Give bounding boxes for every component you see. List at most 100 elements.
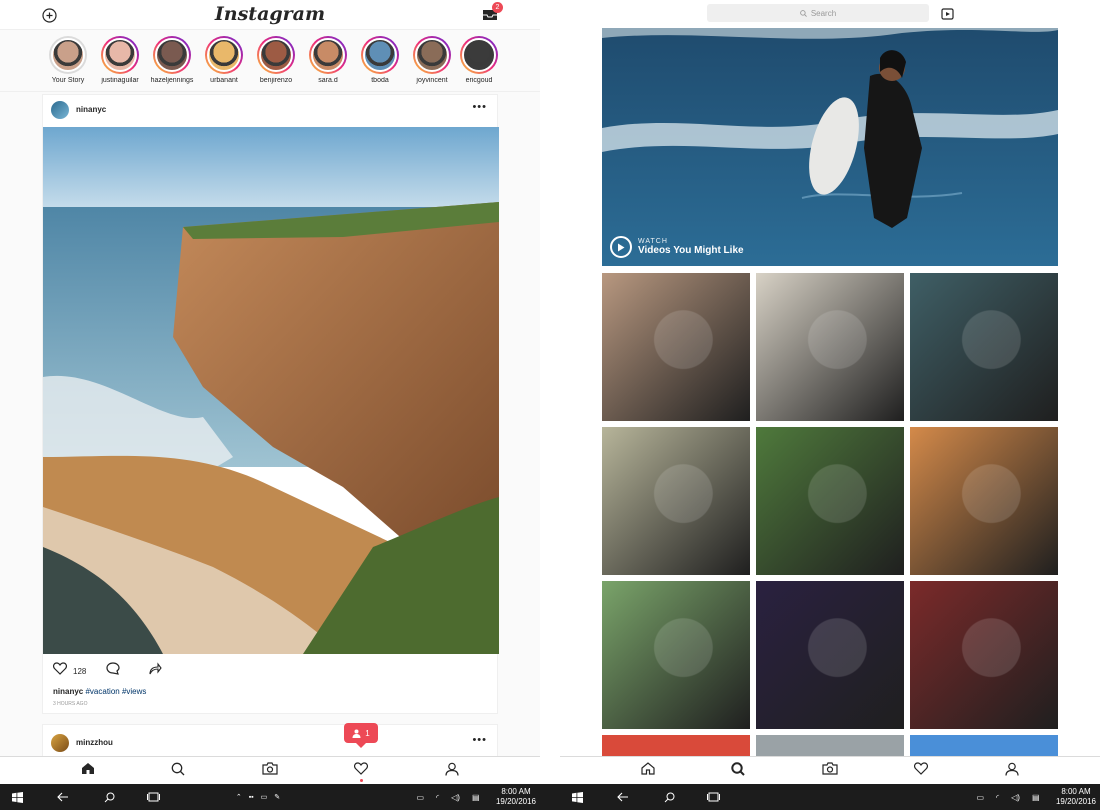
clock-time: 8:00 AM: [501, 787, 531, 796]
inbox-icon[interactable]: 2: [482, 2, 503, 21]
more-options-icon[interactable]: •••: [472, 101, 487, 113]
explore-tile[interactable]: [910, 735, 1058, 756]
battery-icon[interactable]: ▭: [416, 793, 424, 802]
task-view-icon[interactable]: [144, 784, 162, 810]
video-label: WATCH: [638, 238, 668, 245]
video-feature[interactable]: WATCH Videos You Might Like: [602, 28, 1058, 266]
story-name: urbanant: [210, 77, 238, 84]
explore-tile-flowers[interactable]: [910, 581, 1058, 729]
profile-icon: [1005, 762, 1019, 781]
person-icon: [352, 729, 361, 738]
wifi-icon[interactable]: ◜: [436, 793, 439, 802]
search-placeholder: Search: [810, 8, 837, 18]
story-name: tboda: [371, 77, 389, 84]
system-tray: ⌃ ▪▪ ▭ ✎: [228, 784, 288, 810]
explore-pane: Search WATCH Videos You Might Like: [560, 0, 1100, 784]
app-logo: Instagram: [214, 3, 326, 25]
story-item[interactable]: joyvincent: [406, 36, 458, 84]
explore-header: Search: [560, 0, 1100, 28]
more-options-icon[interactable]: •••: [472, 734, 487, 746]
story-item[interactable]: hazeljennings: [146, 36, 198, 84]
clock-date: 19/20/2016: [1055, 797, 1097, 806]
tab-home[interactable]: [618, 757, 678, 784]
caption-tags[interactable]: #vacation #views: [85, 687, 146, 696]
activity-notification[interactable]: 1: [344, 723, 378, 748]
screen: Instagram 2 Your Story justinaguilar haz…: [0, 0, 1100, 810]
avatar[interactable]: [51, 101, 69, 119]
volume-icon[interactable]: ◁): [1011, 793, 1020, 802]
explore-tile-road-helmet[interactable]: [602, 427, 750, 575]
post-username[interactable]: ninanyc: [76, 105, 106, 114]
explore-tile-beach-path[interactable]: [602, 581, 750, 729]
tab-profile[interactable]: [982, 757, 1042, 784]
avatar: [311, 38, 345, 72]
tab-home[interactable]: [58, 757, 118, 784]
story-item[interactable]: ericgoud: [458, 36, 500, 84]
explore-tile-sketchbook[interactable]: [756, 273, 904, 421]
video-title: Videos You Might Like: [638, 245, 744, 256]
post-actions: 128: [53, 662, 163, 680]
tab-activity[interactable]: [331, 757, 391, 784]
explore-tile[interactable]: [602, 735, 750, 756]
people-icon[interactable]: ▪▪: [249, 794, 254, 801]
story-name: ericgoud: [465, 77, 493, 84]
battery-icon[interactable]: ▭: [976, 793, 984, 802]
heart-icon: [354, 762, 368, 780]
back-arrow-icon[interactable]: [614, 784, 632, 810]
message-icon[interactable]: ▭: [261, 793, 268, 801]
avatar: [207, 38, 241, 72]
camera-icon: [822, 762, 838, 780]
story-name: joyvincent: [416, 77, 448, 84]
tab-camera[interactable]: [800, 757, 860, 784]
avatar: [155, 38, 189, 72]
play-icon[interactable]: [610, 236, 632, 258]
story-item[interactable]: tboda: [354, 36, 406, 84]
home-icon: [81, 762, 95, 780]
back-arrow-icon[interactable]: [54, 784, 72, 810]
cortana-search-icon[interactable]: [100, 784, 118, 810]
search-icon: [799, 9, 807, 17]
tab-profile[interactable]: [422, 757, 482, 784]
caption-username[interactable]: ninanyc: [53, 687, 83, 696]
story-item[interactable]: sara.d: [302, 36, 354, 84]
bottom-tab-bar: [0, 756, 540, 784]
cortana-search-icon[interactable]: [660, 784, 678, 810]
clock-date: 19/20/2016: [495, 797, 537, 806]
action-center-icon[interactable]: ▤: [1032, 793, 1040, 802]
share-icon[interactable]: [148, 662, 163, 680]
windows-start-icon[interactable]: [568, 784, 586, 810]
story-item[interactable]: urbanant: [198, 36, 250, 84]
story-item[interactable]: benjirenzo: [250, 36, 302, 84]
like-heart-icon[interactable]: [53, 662, 67, 680]
clock[interactable]: 8:00 AM 19/20/2016: [1052, 787, 1100, 807]
clock[interactable]: 8:00 AM 19/20/2016: [492, 787, 540, 807]
search-input[interactable]: Search: [707, 4, 929, 22]
igtv-icon[interactable]: [940, 6, 954, 20]
avatar: [462, 38, 496, 72]
wifi-icon[interactable]: ◜: [996, 793, 999, 802]
volume-icon[interactable]: ◁): [451, 793, 460, 802]
explore-tile-leaves[interactable]: [756, 427, 904, 575]
post-photo[interactable]: [43, 127, 499, 654]
tab-search[interactable]: [708, 757, 768, 784]
pen-icon[interactable]: ✎: [274, 793, 280, 801]
task-view-icon[interactable]: [704, 784, 722, 810]
chevron-up-icon[interactable]: ⌃: [236, 793, 242, 801]
tab-search[interactable]: [148, 757, 208, 784]
explore-tile-man-window[interactable]: [910, 273, 1058, 421]
story-item[interactable]: justinaguilar: [94, 36, 146, 84]
story-item[interactable]: Your Story: [42, 36, 94, 84]
notification-count: 1: [365, 728, 370, 738]
tab-camera[interactable]: [240, 757, 300, 784]
post-username[interactable]: minzzhou: [76, 738, 113, 747]
comment-icon[interactable]: [106, 662, 120, 680]
explore-tile-sunset-couple[interactable]: [910, 427, 1058, 575]
avatar[interactable]: [51, 734, 69, 752]
windows-start-icon[interactable]: [8, 784, 26, 810]
tab-activity[interactable]: [891, 757, 951, 784]
feed-pane: Instagram 2 Your Story justinaguilar haz…: [0, 0, 540, 784]
explore-tile[interactable]: [756, 735, 904, 756]
explore-tile-fireworks[interactable]: [756, 581, 904, 729]
explore-tile-dog[interactable]: [602, 273, 750, 421]
action-center-icon[interactable]: ▤: [472, 793, 480, 802]
